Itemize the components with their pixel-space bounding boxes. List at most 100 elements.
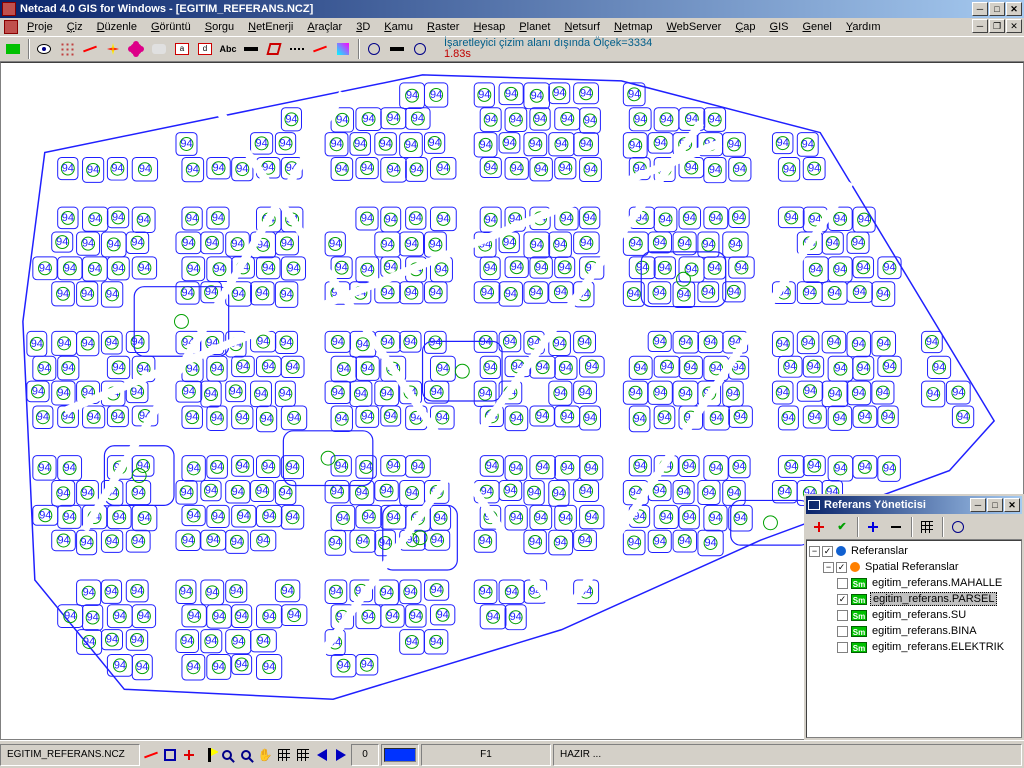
svg-text:94: 94 bbox=[734, 512, 746, 524]
svg-text:94: 94 bbox=[282, 585, 294, 597]
menu-planet[interactable]: Planet bbox=[512, 20, 557, 34]
panel-plus-button[interactable] bbox=[862, 516, 884, 538]
panel-add-button[interactable] bbox=[808, 516, 830, 538]
tree-item-1[interactable]: ✓Smegitim_referans.PARSEL bbox=[809, 591, 1019, 607]
tool-symbol[interactable] bbox=[125, 38, 147, 60]
svg-text:94: 94 bbox=[263, 610, 275, 622]
menu-raster[interactable]: Raster bbox=[420, 20, 466, 34]
svg-text:94: 94 bbox=[853, 338, 865, 350]
menu-netenerji[interactable]: NetEnerji bbox=[241, 20, 300, 34]
zoom-window-button[interactable] bbox=[237, 746, 255, 764]
tool-compass[interactable] bbox=[386, 38, 408, 60]
menu-hesap[interactable]: Hesap bbox=[466, 20, 512, 34]
tree-item-3[interactable]: Smegitim_referans.BINA bbox=[809, 623, 1019, 639]
tool-text[interactable]: Abc bbox=[217, 38, 239, 60]
minimize-button[interactable]: ─ bbox=[972, 2, 988, 16]
app-icon bbox=[2, 2, 16, 16]
pan-button[interactable]: ✋ bbox=[256, 746, 274, 764]
tool-view[interactable] bbox=[33, 38, 55, 60]
tree-item-2[interactable]: Smegitim_referans.SU bbox=[809, 607, 1019, 623]
mdi-close-button[interactable]: ✕ bbox=[1006, 19, 1022, 33]
reference-tree[interactable]: −✓ Referanslar −✓ Spatial Referanslar Sm… bbox=[806, 540, 1022, 738]
tool-points[interactable] bbox=[56, 38, 78, 60]
menu-netsurf[interactable]: Netsurf bbox=[557, 20, 606, 34]
menu-kamu[interactable]: Kamu bbox=[377, 20, 420, 34]
tree-group-spatial[interactable]: −✓ Spatial Referanslar bbox=[809, 559, 1019, 575]
menu-çap[interactable]: Çap bbox=[728, 20, 762, 34]
mdi-restore-button[interactable]: ❐ bbox=[989, 19, 1005, 33]
tool-textbox1[interactable]: a bbox=[171, 38, 193, 60]
tree-root[interactable]: −✓ Referanslar bbox=[809, 543, 1019, 559]
snap-square-button[interactable] bbox=[161, 746, 179, 764]
tool-green[interactable] bbox=[2, 38, 24, 60]
reference-manager-panel[interactable]: Referans Yöneticisi ─ □ ✕ ✔ −✓ Referansl… bbox=[804, 494, 1024, 742]
menu-webserver[interactable]: WebServer bbox=[659, 20, 728, 34]
svg-text:94: 94 bbox=[207, 534, 219, 546]
panel-titlebar[interactable]: Referans Yöneticisi ─ □ ✕ bbox=[806, 496, 1022, 514]
svg-text:94: 94 bbox=[187, 164, 199, 176]
tree-item-4[interactable]: Smegitim_referans.ELEKTRIK bbox=[809, 639, 1019, 655]
panel-minimize-button[interactable]: ─ bbox=[970, 498, 986, 512]
grid-button[interactable] bbox=[275, 746, 293, 764]
svg-text:94: 94 bbox=[406, 90, 418, 102]
tool-textbox2[interactable]: d bbox=[194, 38, 216, 60]
menu-3d[interactable]: 3D bbox=[349, 20, 377, 34]
status-layer[interactable]: 0 bbox=[351, 744, 379, 766]
menu-genel[interactable]: Genel bbox=[795, 20, 838, 34]
maximize-button[interactable]: □ bbox=[989, 2, 1005, 16]
menu-proje[interactable]: Proje bbox=[20, 20, 60, 34]
tool-star[interactable] bbox=[102, 38, 124, 60]
panel-close-button[interactable]: ✕ bbox=[1004, 498, 1020, 512]
svg-text:94: 94 bbox=[834, 412, 846, 424]
status-color[interactable] bbox=[381, 744, 419, 766]
svg-text:94: 94 bbox=[138, 610, 150, 622]
menu-gis[interactable]: GIS bbox=[763, 20, 796, 34]
menu-araçlar[interactable]: Araçlar bbox=[300, 20, 349, 34]
color-swatch[interactable] bbox=[384, 748, 416, 762]
svg-text:94: 94 bbox=[834, 363, 846, 375]
menu-düzenle[interactable]: Düzenle bbox=[90, 20, 144, 34]
svg-text:94: 94 bbox=[852, 237, 864, 249]
zoom-extent-button[interactable] bbox=[218, 746, 236, 764]
tool-palette[interactable] bbox=[332, 38, 354, 60]
svg-text:94: 94 bbox=[131, 585, 143, 597]
svg-text:94: 94 bbox=[503, 137, 515, 149]
tool-measure[interactable] bbox=[363, 38, 385, 60]
snap-cross-button[interactable] bbox=[180, 746, 198, 764]
svg-text:94: 94 bbox=[256, 287, 268, 299]
tool-line[interactable] bbox=[79, 38, 101, 60]
menu-sorgu[interactable]: Sorgu bbox=[198, 20, 241, 34]
panel-compass-button[interactable] bbox=[947, 516, 969, 538]
panel-tree-button[interactable] bbox=[916, 516, 938, 538]
tool-measure-line[interactable] bbox=[240, 38, 262, 60]
menu-görüntü[interactable]: Görüntü bbox=[144, 20, 198, 34]
svg-text:94: 94 bbox=[37, 411, 49, 423]
snap-endpoint-button[interactable] bbox=[142, 746, 160, 764]
svg-text:94: 94 bbox=[58, 337, 70, 349]
svg-text:94: 94 bbox=[38, 362, 50, 374]
toolbar-status: İşaretleyici çizim alanı dışında Ölçek=3… bbox=[444, 38, 652, 60]
menu-çiz[interactable]: Çiz bbox=[60, 20, 90, 34]
mdi-minimize-button[interactable]: ─ bbox=[972, 19, 988, 33]
grid2-button[interactable] bbox=[294, 746, 312, 764]
panel-minus-button[interactable] bbox=[885, 516, 907, 538]
close-button[interactable]: ✕ bbox=[1006, 2, 1022, 16]
menu-yardım[interactable]: Yardım bbox=[839, 20, 888, 34]
svg-text:94: 94 bbox=[802, 138, 814, 150]
prev-view-button[interactable] bbox=[313, 746, 331, 764]
tool-arc[interactable] bbox=[409, 38, 431, 60]
tool-dash[interactable] bbox=[286, 38, 308, 60]
next-view-button[interactable] bbox=[332, 746, 350, 764]
tool-raster[interactable] bbox=[148, 38, 170, 60]
tree-item-0[interactable]: Smegitim_referans.MAHALLE bbox=[809, 575, 1019, 591]
svg-text:94: 94 bbox=[659, 262, 671, 274]
tool-parallelogram[interactable] bbox=[263, 38, 285, 60]
svg-text:94: 94 bbox=[882, 411, 894, 423]
svg-text:94: 94 bbox=[188, 462, 200, 474]
svg-text:94: 94 bbox=[710, 212, 722, 224]
panel-maximize-button[interactable]: □ bbox=[987, 498, 1003, 512]
panel-check-button[interactable]: ✔ bbox=[831, 516, 853, 538]
menu-netmap[interactable]: Netmap bbox=[607, 20, 660, 34]
snap-flag-button[interactable] bbox=[199, 746, 217, 764]
tool-line2[interactable] bbox=[309, 38, 331, 60]
